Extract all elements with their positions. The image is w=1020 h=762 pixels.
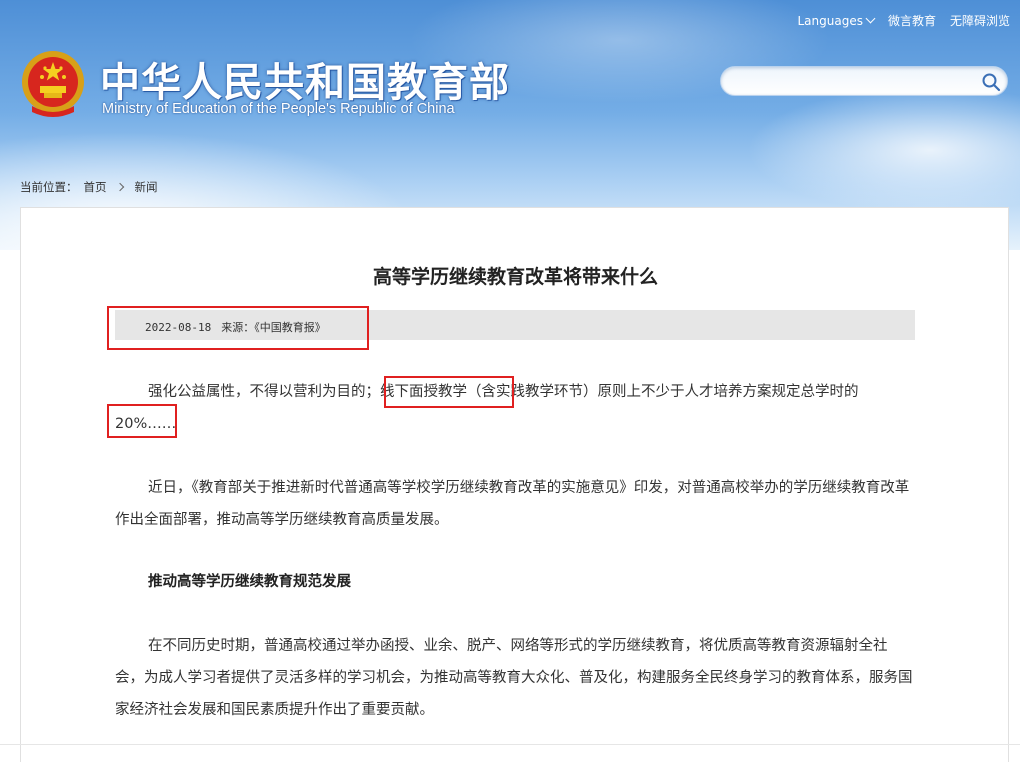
section-heading: 推动高等学历继续教育规范发展 (148, 574, 351, 590)
search-input[interactable] (733, 72, 977, 92)
article-paragraph: 近日，《教育部关于推进新时代普通高等学校学历继续教育改革的实施意见》印发，对普通… (115, 480, 910, 528)
weiyan-link[interactable]: 微言教育 (888, 12, 936, 29)
highlight-box-offline (384, 376, 514, 408)
search-box[interactable] (720, 66, 1008, 96)
highlight-box-meta (107, 306, 369, 350)
article-panel: 高等学历继续教育改革将带来什么 2022-08-18 来源：《中国教育报》 强化公… (20, 207, 1009, 762)
breadcrumb-label: 当前位置： (20, 180, 78, 194)
article-paragraph: 在不同历史时期，普通高校通过举办函授、业余、脱产、网络等形式的学历继续教育，将优… (115, 638, 913, 718)
article-title: 高等学历继续教育改革将带来什么 (372, 266, 658, 288)
national-emblem-icon[interactable] (20, 48, 86, 118)
chevron-right-icon (115, 182, 124, 192)
bottom-divider (0, 744, 1020, 745)
search-icon[interactable] (981, 72, 1001, 92)
breadcrumb-home[interactable]: 首页 (84, 179, 107, 195)
breadcrumb-current[interactable]: 新闻 (135, 179, 158, 195)
breadcrumb: 当前位置： 首页 新闻 (20, 179, 158, 195)
site-subtitle: Ministry of Education of the People's Re… (102, 101, 455, 117)
top-links: Languages 微言教育 无障碍浏览 (797, 12, 1010, 29)
languages-link[interactable]: Languages (797, 13, 876, 28)
site-title[interactable]: 中华人民共和国教育部 (100, 50, 510, 108)
languages-label: Languages (797, 13, 863, 28)
accessibility-link[interactable]: 无障碍浏览 (950, 12, 1010, 29)
highlight-box-percent (107, 404, 177, 438)
chevron-down-icon (865, 13, 876, 24)
article-paragraph-lead: 强化公益属性，不得以营利为目的；线下面授教学（含实践教学环节）原则上不少于人才培… (115, 384, 859, 432)
